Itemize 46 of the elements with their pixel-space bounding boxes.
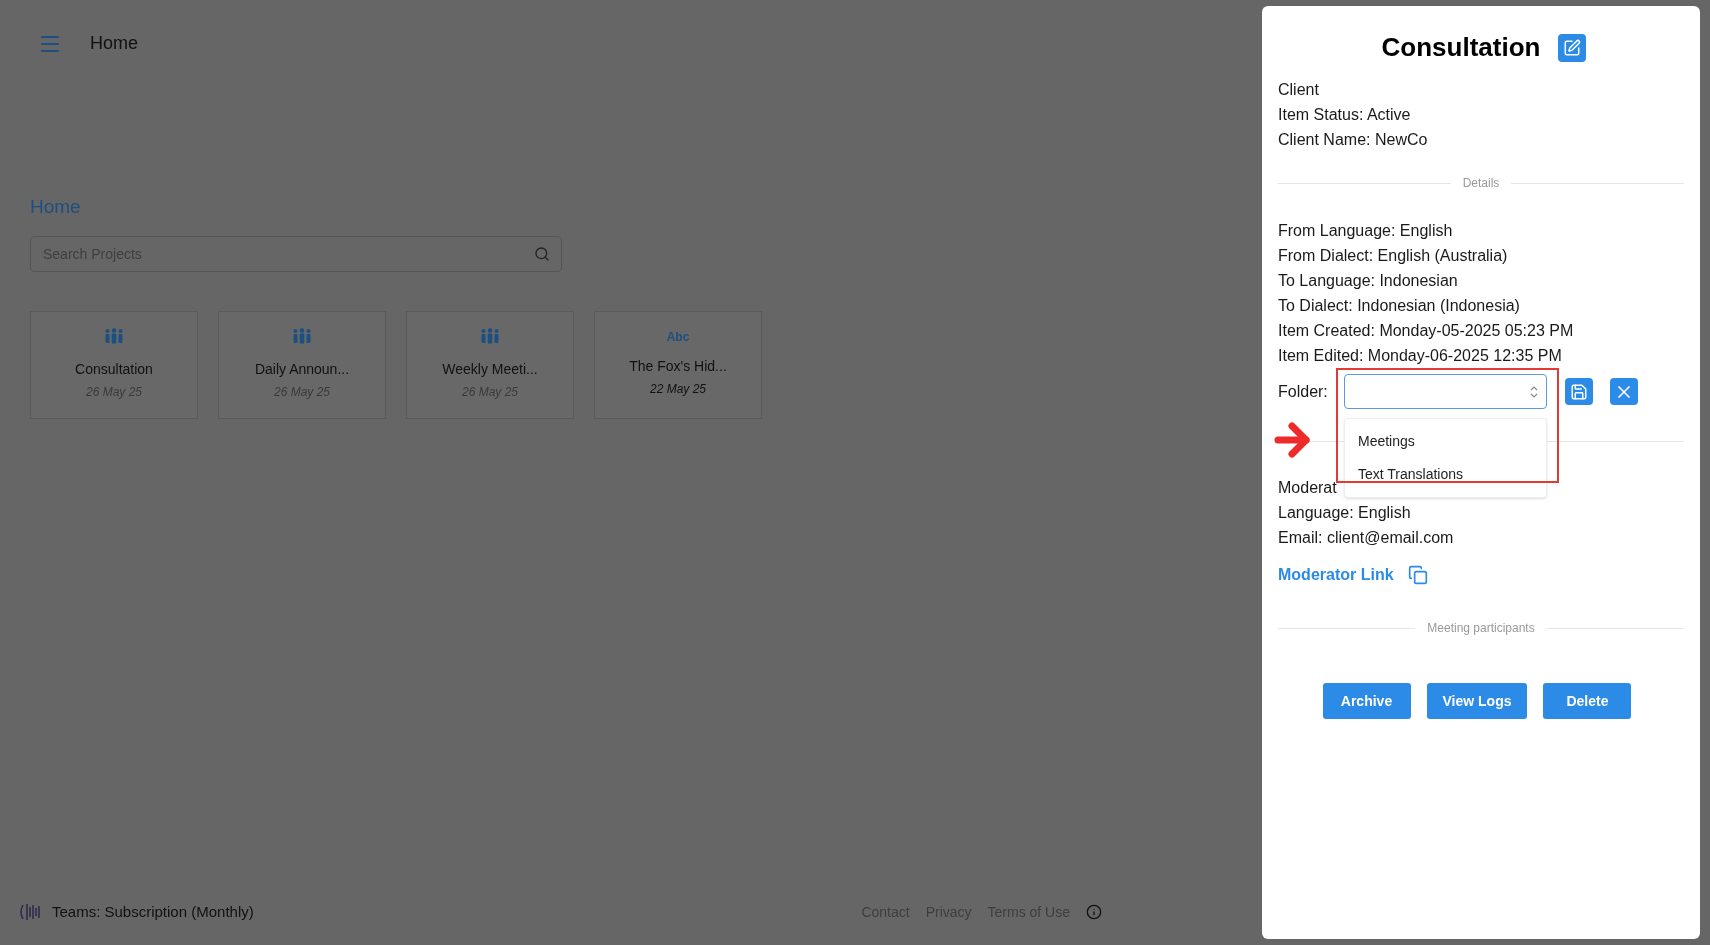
page-title: Home bbox=[30, 195, 82, 219]
panel-title: Consultation bbox=[1381, 31, 1541, 64]
client-info-text: Item Status: Active bbox=[1278, 105, 1412, 125]
edit-button[interactable] bbox=[1558, 33, 1587, 62]
section-heading: Details bbox=[1462, 175, 1500, 192]
project-card[interactable]: Abc The Fox's Hid... 22 May 25 bbox=[594, 310, 762, 419]
project-name: The Fox's Hid... bbox=[629, 356, 727, 376]
info-icon[interactable] bbox=[1086, 904, 1102, 920]
client-info-text: Client Name: NewCo bbox=[1278, 130, 1429, 150]
people-icon bbox=[480, 327, 500, 344]
save-button[interactable] bbox=[1565, 378, 1593, 405]
project-name: Weekly Meeti... bbox=[442, 359, 538, 379]
chevron-updown-icon bbox=[1530, 385, 1538, 398]
action-button[interactable]: Archive bbox=[1322, 683, 1411, 719]
moderator-link[interactable]: Moderator Link bbox=[1278, 563, 1394, 587]
detail-text: From Dialect: English (Australia) bbox=[1278, 246, 1509, 266]
detail-text: From Language: English bbox=[1278, 221, 1454, 241]
dropdown-option[interactable]: Meetings bbox=[1345, 425, 1546, 458]
search-icon bbox=[534, 245, 550, 262]
logo-icon bbox=[18, 901, 42, 923]
people-icon bbox=[104, 327, 124, 344]
detail-text: Item Edited: Monday-06-2025 12:35 PM bbox=[1278, 346, 1563, 366]
edit-icon bbox=[1563, 38, 1582, 57]
client-info-text: Client bbox=[1278, 80, 1320, 100]
detail-text: To Dialect: Indonesian (Indonesia) bbox=[1278, 296, 1521, 316]
section-heading: Meeting participants bbox=[1427, 620, 1535, 637]
detail-text: To Language: Indonesian bbox=[1278, 271, 1459, 291]
copy-icon[interactable] bbox=[1407, 565, 1428, 585]
folder-select[interactable] bbox=[1344, 374, 1547, 409]
moderator-info-text: Language: English bbox=[1278, 503, 1412, 523]
save-icon bbox=[1570, 382, 1588, 401]
action-button[interactable]: View Logs bbox=[1426, 683, 1528, 719]
dropdown-option[interactable]: Text Translations bbox=[1345, 458, 1546, 491]
people-icon bbox=[292, 327, 312, 344]
detail-text: Item Created: Monday-05-2025 05:23 PM bbox=[1278, 321, 1575, 341]
folder-label: Folder: bbox=[1278, 381, 1329, 402]
cancel-button[interactable] bbox=[1610, 378, 1638, 405]
action-button[interactable]: Delete bbox=[1543, 683, 1632, 719]
moderator-info-text: Email: client@email.com bbox=[1278, 528, 1455, 548]
moderator-info-text: Moderat bbox=[1278, 478, 1338, 498]
project-name: Daily Announ... bbox=[254, 359, 350, 379]
header-title: Home bbox=[90, 32, 138, 55]
project-name: Consultation bbox=[75, 359, 153, 379]
subscription-label: Teams: Subscription (Monthly) bbox=[52, 901, 254, 922]
text-type-label: Abc bbox=[666, 328, 690, 346]
project-date: 22 May 25 bbox=[649, 380, 706, 398]
